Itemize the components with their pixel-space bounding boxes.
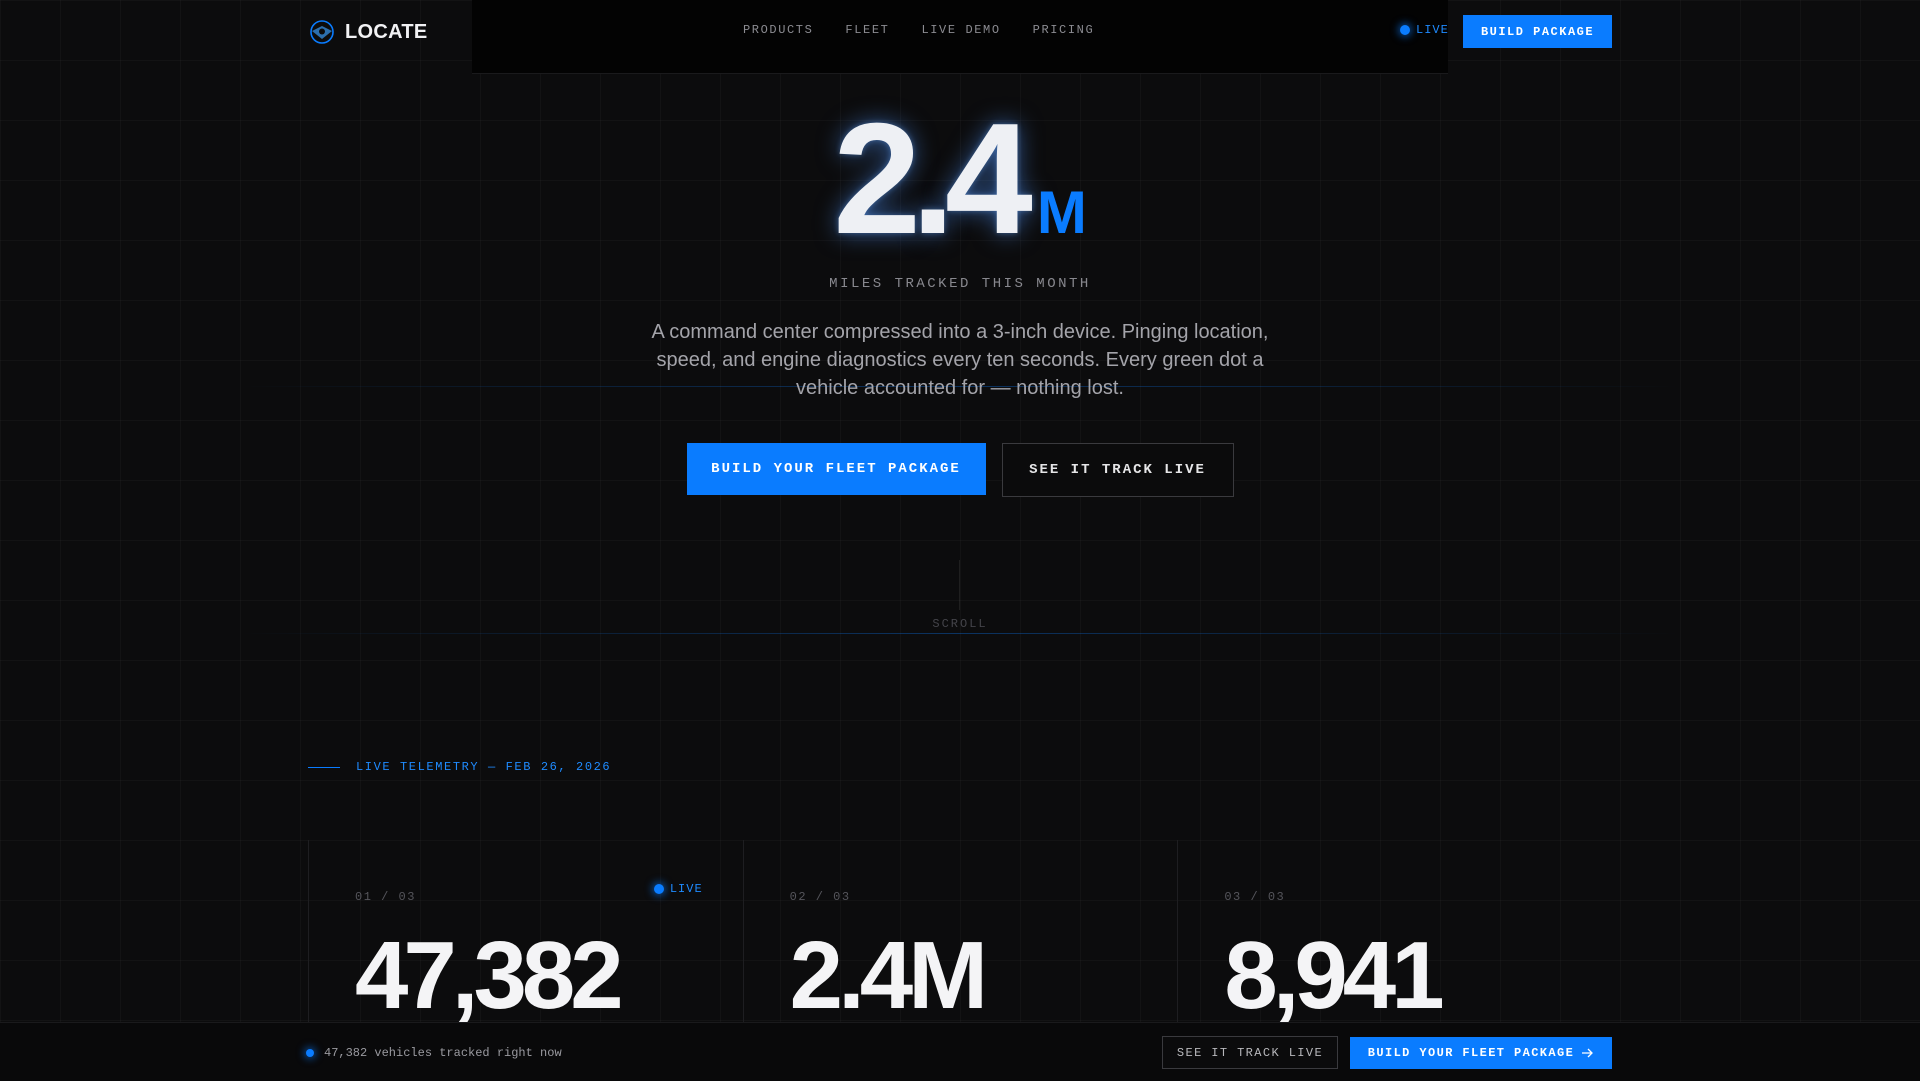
card-value: 2.4M (789, 922, 988, 1029)
hero-metric: 2.4 M (0, 100, 1920, 258)
live-dot-icon (653, 884, 664, 894)
telemetry-label: LIVE TELEMETRY — FEB 26, 2026 (356, 760, 612, 774)
locate-logo-icon (310, 20, 334, 44)
telemetry-rule (308, 766, 340, 768)
nav-products[interactable]: PRODUCTS (743, 23, 813, 37)
sticky-bottom-bar: 47,382 vehicles tracked right now SEE IT… (0, 1022, 1920, 1081)
live-indicator: LIVE (1400, 23, 1449, 37)
hero-metric-unit: M (1036, 179, 1087, 246)
build-package-button[interactable]: BUILD PACKAGE (1463, 15, 1612, 48)
build-fleet-package-button[interactable]: BUILD YOUR FLEET PACKAGE (1350, 1037, 1612, 1069)
main-nav: PRODUCTS FLEET LIVE DEMO PRICING (743, 23, 1094, 37)
card-value: 47,382 (355, 922, 624, 1029)
nav-live-demo[interactable]: LIVE DEMO (921, 23, 1000, 37)
card-index: 03 / 03 (1224, 890, 1286, 904)
arrow-right-icon (1582, 1048, 1594, 1058)
card-live-label: LIVE (669, 882, 703, 896)
card-index: 01 / 03 (355, 890, 416, 904)
see-it-track-live-button[interactable]: SEE IT TRACK LIVE (1162, 1036, 1338, 1069)
nav-fleet[interactable]: FLEET (845, 23, 889, 37)
build-fleet-package-label: BUILD YOUR FLEET PACKAGE (1367, 1046, 1575, 1060)
card-value: 8,941 (1224, 922, 1444, 1029)
hero-metric-value: 2.4 (833, 91, 1033, 267)
site-header: LOCATE PRODUCTS FLEET LIVE DEMO PRICING … (0, 0, 1920, 74)
scroll-line (959, 560, 960, 610)
see-it-track-live-button[interactable]: SEE IT TRACK LIVE (1001, 443, 1234, 497)
tracking-status-text: 47,382 vehicles tracked right now (324, 1046, 562, 1060)
tracking-status: 47,382 vehicles tracked right now (306, 1046, 562, 1060)
card-index: 02 / 03 (789, 890, 851, 904)
header-center-band (472, 0, 1448, 74)
live-dot-icon (1400, 25, 1410, 35)
brand-name: LOCATE (345, 20, 428, 43)
hero-description: A command center compressed into a 3-inc… (651, 321, 1269, 399)
telemetry-header: LIVE TELEMETRY — FEB 26, 2026 (308, 760, 611, 774)
live-label: LIVE (1416, 23, 1449, 37)
scroll-indicator[interactable]: SCROLL (0, 617, 1920, 631)
build-fleet-package-button[interactable]: BUILD YOUR FLEET PACKAGE (686, 443, 986, 495)
status-dot-icon (306, 1049, 314, 1057)
card-live-indicator: LIVE (653, 882, 703, 896)
nav-pricing[interactable]: PRICING (1033, 23, 1095, 37)
hero-cta-group: BUILD YOUR FLEET PACKAGE SEE IT TRACK LI… (0, 443, 1920, 497)
logo[interactable]: LOCATE (309, 19, 428, 45)
hero-divider-lower (240, 633, 1680, 634)
hero-subtitle: MILES TRACKED THIS MONTH (829, 276, 1091, 292)
